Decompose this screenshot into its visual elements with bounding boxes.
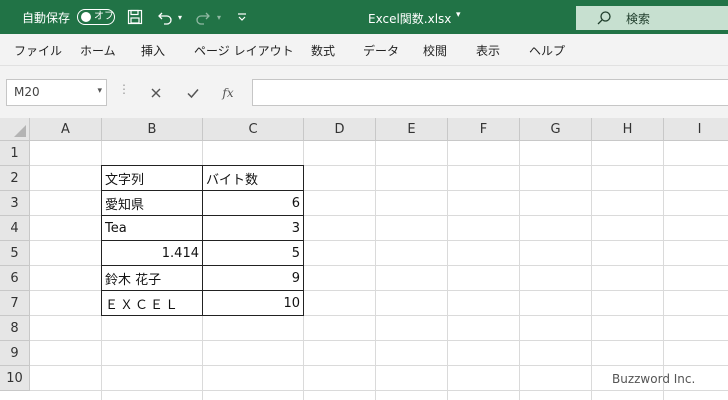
column-header-a[interactable]: A <box>30 118 102 141</box>
fx-label: fx <box>222 85 234 100</box>
cell-b5[interactable]: 1.414 <box>102 241 202 266</box>
watermark: Buzzword Inc. <box>612 372 696 386</box>
tab-page-layout[interactable]: ページ レイアウト <box>194 42 294 59</box>
tab-home[interactable]: ホーム <box>80 42 116 59</box>
cell-b4[interactable]: Tea <box>102 216 202 241</box>
row-header-2[interactable]: 2 <box>0 166 30 191</box>
undo-icon[interactable] <box>156 8 174 26</box>
gridline <box>519 141 520 400</box>
column-header-f[interactable]: F <box>448 118 520 141</box>
column-header-d[interactable]: D <box>304 118 376 141</box>
customize-toolbar-icon[interactable] <box>236 8 248 26</box>
column-header-g[interactable]: G <box>520 118 592 141</box>
file-name-chevron-down-icon[interactable]: ▾ <box>456 10 461 20</box>
row-header-7[interactable]: 7 <box>0 291 30 316</box>
autosave-toggle[interactable]: オフ <box>77 9 115 25</box>
row-header-9[interactable]: 9 <box>0 341 30 366</box>
autosave-label: 自動保存 <box>22 11 71 25</box>
search-box[interactable]: 検索 <box>576 6 728 30</box>
cell-b3[interactable]: 愛知県 <box>102 191 202 216</box>
file-name[interactable]: Excel関数.xlsx <box>368 10 451 27</box>
cancel-entry-button[interactable] <box>142 79 170 106</box>
confirm-entry-button[interactable] <box>179 79 207 106</box>
gridline <box>591 141 592 400</box>
gridline <box>30 340 728 341</box>
check-icon <box>187 88 199 98</box>
cell-b2[interactable]: 文字列 <box>102 166 202 191</box>
cell-c3[interactable]: 6 <box>203 191 303 216</box>
gridline <box>375 141 376 400</box>
close-icon <box>151 88 161 97</box>
undo-dropdown-icon[interactable]: ▾ <box>175 8 185 26</box>
tab-help[interactable]: ヘルプ <box>529 42 565 59</box>
cell-c5[interactable]: 5 <box>203 241 303 266</box>
cell-c6[interactable]: 9 <box>203 266 303 291</box>
gridline <box>30 365 728 366</box>
row-header-3[interactable]: 3 <box>0 191 30 216</box>
column-header-h[interactable]: H <box>592 118 664 141</box>
redo-icon[interactable] <box>194 8 212 26</box>
row-header-4[interactable]: 4 <box>0 216 30 241</box>
gridline <box>663 141 664 400</box>
row-header-10[interactable]: 10 <box>0 366 30 391</box>
search-icon <box>596 10 612 30</box>
row-header-5[interactable]: 5 <box>0 241 30 266</box>
column-header-e[interactable]: E <box>376 118 448 141</box>
name-box[interactable]: M20 ▾ <box>6 79 107 106</box>
select-all-button[interactable] <box>0 118 30 141</box>
row-header-6[interactable]: 6 <box>0 266 30 291</box>
cell-b7[interactable]: ＥＸＣＥＬ <box>102 291 202 316</box>
column-header-i[interactable]: I <box>664 118 728 141</box>
column-header-c[interactable]: C <box>203 118 304 141</box>
tab-file[interactable]: ファイル <box>14 42 62 59</box>
redo-dropdown-icon[interactable]: ▾ <box>214 8 224 26</box>
gridline <box>30 390 728 391</box>
cell-c2[interactable]: バイト数 <box>203 166 303 191</box>
insert-function-button[interactable]: fx <box>214 79 242 106</box>
cell-b6[interactable]: 鈴木 花子 <box>102 266 202 291</box>
save-icon[interactable] <box>126 8 144 26</box>
autosave-toggle-label: オフ <box>94 11 114 22</box>
ribbon-tabs: ファイル ホーム 挿入 ページ レイアウト 数式 データ 校閲 表示 ヘルプ <box>0 34 728 66</box>
formula-bar: M20 ▾ ⋮ fx <box>0 66 728 118</box>
tab-view[interactable]: 表示 <box>476 42 500 59</box>
tab-review[interactable]: 校閲 <box>423 42 447 59</box>
tab-insert[interactable]: 挿入 <box>141 42 165 59</box>
tab-formulas[interactable]: 数式 <box>311 42 335 59</box>
name-box-value: M20 <box>14 85 40 99</box>
gridline <box>447 141 448 400</box>
tab-data[interactable]: データ <box>363 42 399 59</box>
cell-c7[interactable]: 10 <box>203 291 303 316</box>
title-bar: 自動保存 オフ ▾ ▾ Excel関数.xlsx ▾ 検索 <box>0 0 728 34</box>
row-header-8[interactable]: 8 <box>0 316 30 341</box>
search-placeholder: 検索 <box>626 12 651 26</box>
toggle-knob <box>81 12 91 22</box>
cell-c4[interactable]: 3 <box>203 216 303 241</box>
column-header-b[interactable]: B <box>102 118 203 141</box>
more-options-icon[interactable]: ⋮ <box>118 82 130 96</box>
formula-input[interactable] <box>252 79 728 106</box>
worksheet-grid[interactable]: A B C D E F G H I 1 2 3 4 5 6 7 8 9 10 文… <box>0 118 728 400</box>
row-header-1[interactable]: 1 <box>0 141 30 166</box>
name-box-chevron-down-icon[interactable]: ▾ <box>97 86 102 96</box>
